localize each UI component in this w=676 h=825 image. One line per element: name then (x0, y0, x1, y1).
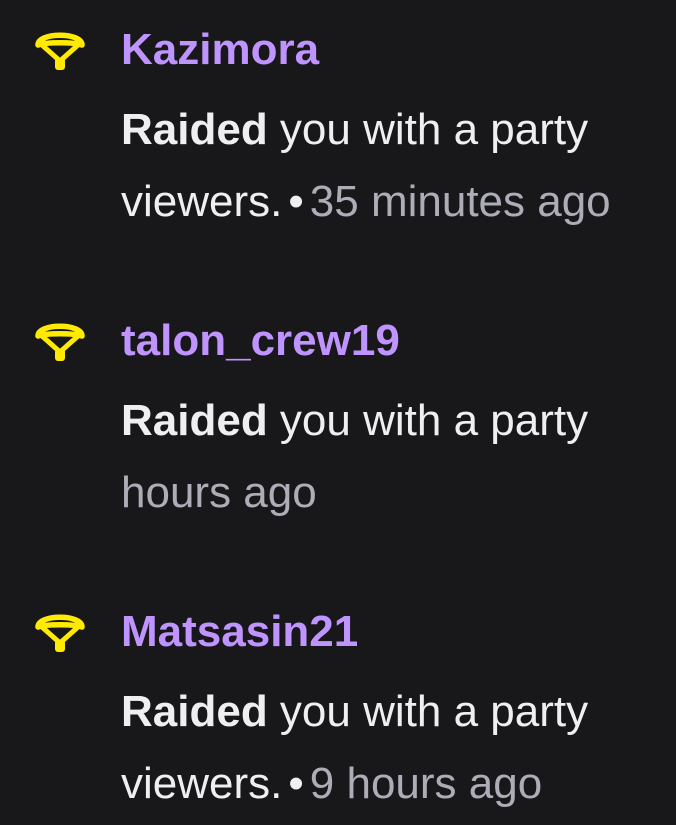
raider-username[interactable]: Kazimora (121, 22, 319, 78)
raid-action-label: Raided (121, 396, 268, 445)
raider-username[interactable]: talon_crew19 (121, 313, 400, 369)
activity-feed: Kazimora Raided you with a party viewers… (0, 0, 676, 825)
separator-dot: • (288, 759, 304, 808)
raid-message-text: you with a party (267, 687, 589, 736)
raid-message: Raided you with a party viewers. • 9 hours… (121, 676, 676, 820)
parachute-raid-icon (34, 28, 86, 72)
raid-message-text: you with a party (267, 396, 589, 445)
parachute-raid-icon (34, 319, 86, 363)
raid-message-continued: viewers. (121, 759, 283, 808)
timestamp: 9 hours ago (309, 759, 543, 808)
parachute-raid-icon (34, 610, 86, 654)
separator-dot: • (288, 177, 304, 226)
raider-username[interactable]: Matsasin21 (121, 604, 358, 660)
activity-item: talon_crew19 Raided you with a party hou… (0, 313, 676, 553)
raid-action-label: Raided (121, 105, 268, 154)
activity-item: Matsasin21 Raided you with a party viewe… (0, 604, 676, 825)
timestamp: hours ago (121, 468, 317, 517)
activity-item: Kazimora Raided you with a party viewers… (0, 22, 676, 262)
raid-message-text: you with a party (267, 105, 589, 154)
raid-message: Raided you with a party hours ago (121, 385, 676, 529)
timestamp: 35 minutes ago (309, 177, 611, 226)
raid-action-label: Raided (121, 687, 268, 736)
raid-message: Raided you with a party viewers. • 35 minu… (121, 94, 676, 238)
raid-message-continued: viewers. (121, 177, 283, 226)
